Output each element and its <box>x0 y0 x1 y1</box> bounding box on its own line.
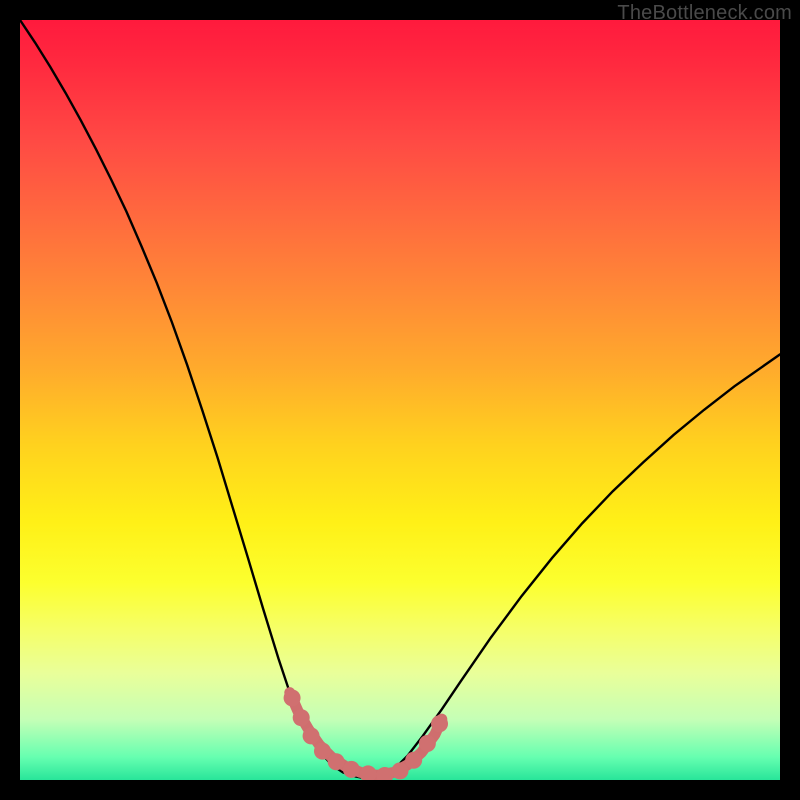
highlight-marker <box>328 753 345 770</box>
main-curve <box>20 20 780 778</box>
highlight-marker <box>405 752 422 769</box>
chart-frame: TheBottleneck.com <box>0 0 800 800</box>
highlight-marker <box>303 727 320 744</box>
highlight-marker <box>314 743 331 760</box>
highlight-marker <box>293 709 310 726</box>
highlight-marker <box>431 715 448 732</box>
watermark-text: TheBottleneck.com <box>617 2 792 25</box>
highlight-marker <box>284 689 301 706</box>
highlight-marker <box>419 735 436 752</box>
chart-svg <box>20 20 780 780</box>
chart-plot-area <box>20 20 780 780</box>
highlight-marker <box>392 762 409 779</box>
highlight-marker <box>343 761 360 778</box>
